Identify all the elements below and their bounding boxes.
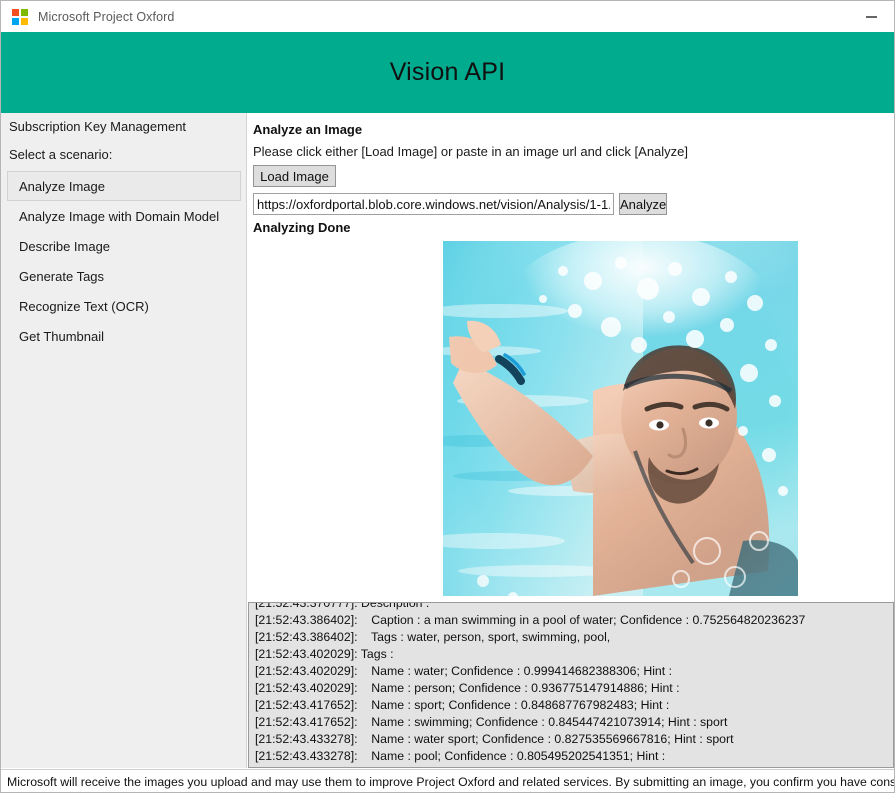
window-controls — [848, 1, 894, 32]
select-scenario-label: Select a scenario: — [9, 147, 113, 162]
footer-disclaimer: Microsoft will receive the images you up… — [1, 769, 894, 792]
log-line: [21:52:43.386402]: Caption : a man swimm… — [255, 613, 806, 627]
section-heading: Analyze an Image — [253, 122, 363, 137]
sidebar-item-label: Recognize Text (OCR) — [19, 298, 149, 314]
subscription-key-management-link[interactable]: Subscription Key Management — [9, 119, 186, 134]
sidebar-item-label: Analyze Image with Domain Model — [19, 208, 220, 224]
minimize-icon — [865, 15, 877, 18]
log-line: [21:52:43.386402]: Tags : water, person,… — [255, 630, 611, 644]
app-window: Microsoft Project Oxford Vision API Subs… — [0, 0, 895, 793]
log-line: [21:52:43.402029]: Tags : — [255, 647, 394, 661]
log-line: [21:52:43.417652]: Name : sport; Confide… — [255, 698, 670, 712]
header-banner: Vision API — [1, 32, 894, 113]
title-bar: Microsoft Project Oxford — [1, 1, 894, 32]
sidebar-item-analyze-image-with-domain-model[interactable]: Analyze Image with Domain Model — [7, 201, 241, 231]
section-description: Please click either [Load Image] or past… — [253, 144, 689, 159]
sidebar-item-label: Generate Tags — [19, 268, 105, 284]
log-line: [21:52:43.417652]: Name : swimming; Conf… — [255, 715, 728, 729]
sidebar-item-describe-image[interactable]: Describe Image — [7, 231, 241, 261]
log-lines: [21:52:43.370777]: Description : [21:52:… — [249, 602, 893, 765]
main-panel: Analyze an Image Please click either [Lo… — [248, 113, 894, 601]
log-line: [21:52:43.402029]: Name : water; Confide… — [255, 664, 673, 678]
scenario-list: Analyze Image Analyze Image with Domain … — [7, 171, 241, 351]
log-output-panel[interactable]: [21:52:43.370777]: Description : [21:52:… — [248, 602, 894, 768]
minimize-button[interactable] — [848, 1, 894, 32]
sidebar-item-label: Get Thumbnail — [19, 328, 105, 344]
microsoft-logo-icon — [12, 8, 28, 25]
log-line: [21:52:43.433278]: Name : water sport; C… — [255, 732, 734, 746]
sidebar-item-label: Analyze Image — [19, 178, 105, 194]
footer-text: Microsoft will receive the images you up… — [7, 774, 894, 789]
status-text: Analyzing Done — [253, 220, 351, 235]
image-preview — [443, 241, 798, 596]
analyze-button[interactable]: Analyze — [619, 193, 667, 215]
sidebar-item-recognize-text-ocr[interactable]: Recognize Text (OCR) — [7, 291, 241, 321]
sidebar-item-get-thumbnail[interactable]: Get Thumbnail — [7, 321, 241, 351]
sidebar-item-analyze-image[interactable]: Analyze Image — [7, 171, 241, 201]
swimmer-photo — [443, 241, 798, 596]
log-line: [21:52:43.370777]: Description : — [255, 602, 430, 610]
sidebar-item-generate-tags[interactable]: Generate Tags — [7, 261, 241, 291]
log-line: [21:52:43.402029]: Name : person; Confid… — [255, 681, 680, 695]
log-line: [21:52:43.433278]: Name : pool; Confiden… — [255, 749, 666, 763]
window-title: Microsoft Project Oxford — [38, 9, 175, 24]
load-image-button[interactable]: Load Image — [253, 165, 336, 187]
sidebar: Subscription Key Management Select a sce… — [1, 113, 247, 768]
page-title: Vision API — [389, 58, 506, 86]
sidebar-item-label: Describe Image — [19, 238, 111, 254]
image-url-input[interactable] — [253, 193, 614, 215]
